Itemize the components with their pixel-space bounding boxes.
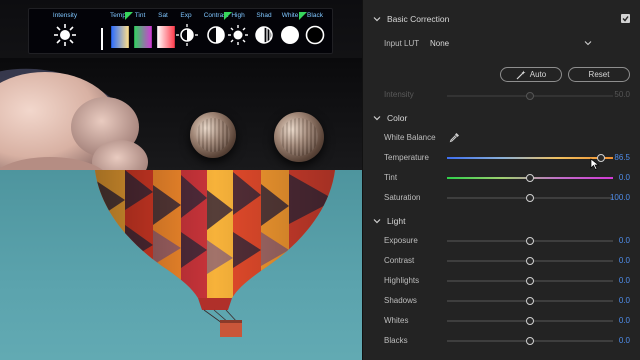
tint-label: Tint: [384, 173, 398, 182]
temperature-gradient-icon: [111, 26, 129, 48]
saturation-gradient-icon: [157, 26, 175, 48]
blacks-slider[interactable]: [447, 337, 613, 345]
contrast-label: Contrast: [384, 256, 415, 265]
highlights-icon: [228, 25, 248, 45]
hot-air-balloon-photo: [0, 170, 362, 360]
blacks-value[interactable]: 0.0: [619, 336, 630, 345]
slider-thumb[interactable]: [526, 277, 534, 285]
chevron-down-icon: [373, 116, 381, 121]
hw-exp: Exp: [175, 12, 198, 46]
temperature-label: Temperature: [384, 153, 429, 162]
exposure-icon: [176, 24, 198, 46]
slider-thumb[interactable]: [526, 257, 534, 265]
checkmark-icon: [622, 16, 629, 22]
contrast-icon: [207, 26, 225, 44]
active-marker-icon: [224, 12, 232, 20]
chevron-down-icon: [373, 219, 381, 224]
whites-value[interactable]: 0.0: [619, 316, 630, 325]
input-lut-value: None: [430, 38, 450, 48]
light-section-header[interactable]: Light: [373, 216, 405, 226]
contrast-value[interactable]: 0.0: [619, 256, 630, 265]
saturation-label: Saturation: [384, 193, 421, 202]
tint-gradient-icon: [134, 26, 152, 48]
intensity-slider[interactable]: [447, 92, 613, 100]
eyedropper-icon[interactable]: [449, 132, 460, 143]
white-balance-label: White Balance: [384, 133, 436, 142]
slider-thumb[interactable]: [526, 194, 534, 202]
slider-thumb[interactable]: [526, 317, 534, 325]
blacks-icon: [305, 25, 325, 45]
chevron-down-icon: [373, 17, 381, 22]
temperature-slider[interactable]: [447, 154, 613, 162]
auto-button[interactable]: Auto: [500, 67, 562, 82]
color-section-header[interactable]: Color: [373, 113, 407, 123]
reset-button[interactable]: Reset: [568, 67, 630, 82]
hw-sat: Sat: [150, 12, 176, 48]
shadows-slider[interactable]: [447, 297, 613, 305]
slider-thumb[interactable]: [526, 174, 534, 182]
magic-wand-icon: [516, 70, 526, 79]
active-marker-icon: [299, 12, 307, 20]
slider-thumb[interactable]: [526, 237, 534, 245]
tint-value[interactable]: 0.0: [619, 173, 630, 182]
basic-correction-panel: Basic Correction Input LUT None Auto Res…: [362, 0, 640, 360]
light-section-title: Light: [387, 216, 406, 226]
whites-icon: [281, 26, 299, 44]
hw-label-shad: Shad: [256, 12, 272, 19]
hw-shad: Shad: [253, 12, 275, 44]
hw-label-exp: Exp: [180, 12, 192, 19]
hand-image: [0, 68, 148, 170]
highlights-value[interactable]: 0.0: [619, 276, 630, 285]
sun-icon: [54, 24, 76, 46]
exposure-slider[interactable]: [447, 237, 613, 245]
input-lut-dropdown[interactable]: None: [427, 37, 595, 49]
highlights-slider[interactable]: [447, 277, 613, 285]
tint-slider[interactable]: [447, 174, 613, 182]
enable-checkbox[interactable]: [621, 14, 630, 23]
temperature-value[interactable]: 86.5: [614, 153, 630, 162]
chevron-down-icon: [584, 41, 592, 46]
slider-thumb[interactable]: [526, 297, 534, 305]
contrast-slider[interactable]: [447, 257, 613, 265]
intensity-knob[interactable]: [190, 112, 236, 158]
intensity-value[interactable]: 50.0: [614, 90, 630, 99]
reset-label: Reset: [588, 70, 610, 79]
color-section-title: Color: [387, 113, 408, 123]
input-lut-label: Input LUT: [384, 39, 420, 48]
shadows-icon: [255, 26, 273, 44]
saturation-value[interactable]: 100.0: [610, 193, 630, 202]
active-marker-icon: [125, 12, 133, 20]
section-title: Basic Correction: [387, 14, 450, 24]
whites-slider[interactable]: [447, 317, 613, 325]
hw-label-intensity: Intensity: [52, 12, 78, 19]
slider-track: [447, 157, 613, 159]
control-surface-photo: Intensity Temp Tint Sat Exp Contrast Hig…: [0, 0, 362, 170]
basic-correction-header[interactable]: Basic Correction: [373, 14, 449, 24]
temperature-knob[interactable]: [274, 112, 324, 162]
exposure-label: Exposure: [384, 236, 418, 245]
device-display: Intensity Temp Tint Sat Exp Contrast Hig…: [28, 8, 333, 54]
blacks-label: Blacks: [384, 336, 408, 345]
saturation-slider[interactable]: [447, 194, 613, 202]
mouse-cursor-icon: [590, 158, 600, 170]
scale-marker-icon: [101, 28, 103, 50]
highlights-label: Highlights: [384, 276, 420, 285]
hw-label-sat: Sat: [158, 12, 168, 19]
slider-thumb[interactable]: [526, 337, 534, 345]
balloon-image: [95, 170, 335, 337]
shadows-label: Shadows: [384, 296, 417, 305]
intensity-label: Intensity: [384, 90, 414, 99]
hw-black: Black: [299, 12, 329, 45]
auto-label: Auto: [529, 70, 547, 79]
hw-intensity: Intensity: [43, 12, 87, 46]
hw-high: High: [224, 12, 248, 45]
shadows-value[interactable]: 0.0: [619, 296, 630, 305]
slider-thumb[interactable]: [526, 92, 534, 100]
exposure-value[interactable]: 0.0: [619, 236, 630, 245]
whites-label: Whites: [384, 316, 409, 325]
